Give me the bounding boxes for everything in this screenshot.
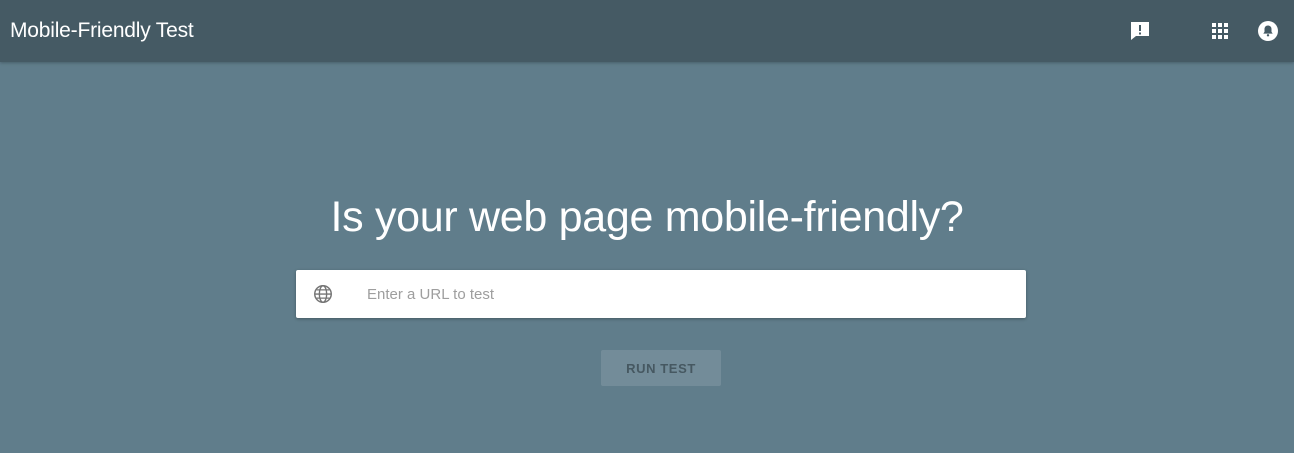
run-test-button[interactable]: RUN TEST [601, 350, 721, 386]
url-search-box [296, 270, 1026, 318]
page-heading: Is your web page mobile-friendly? [330, 193, 964, 241]
url-input[interactable] [367, 270, 1007, 318]
globe-icon [314, 285, 332, 303]
app-title: Mobile-Friendly Test [10, 19, 194, 42]
feedback-icon [1131, 22, 1149, 40]
apps-grid-icon [1212, 23, 1228, 39]
app-header: Mobile-Friendly Test [0, 0, 1294, 62]
feedback-button[interactable] [1126, 17, 1154, 45]
notifications-button[interactable] [1254, 17, 1282, 45]
notifications-icon [1258, 21, 1278, 41]
apps-button[interactable] [1206, 17, 1234, 45]
